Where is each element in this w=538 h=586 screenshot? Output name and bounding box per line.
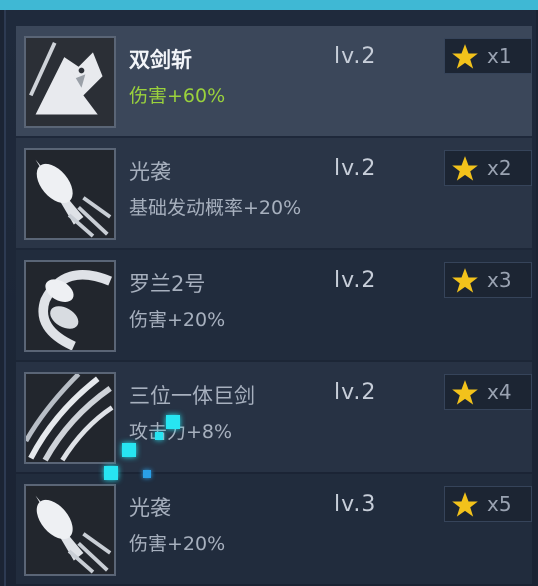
missile-icon <box>24 484 116 576</box>
star-multiplier: x1 <box>487 44 512 68</box>
skill-effect: 伤害+60% <box>129 85 226 107</box>
top-accent-bar <box>0 0 538 10</box>
sparkle-particle <box>122 443 136 457</box>
skill-name: 三位一体巨剑 <box>129 384 255 408</box>
skill-row[interactable]: 光袭 基础发动概率+20% lv.2 x2 <box>16 138 532 248</box>
skill-effect: 攻击力+8% <box>129 421 233 443</box>
wolf-icon <box>24 36 116 128</box>
skill-level: lv.2 <box>334 156 377 181</box>
star-icon <box>452 268 478 293</box>
skill-effect: 基础发动概率+20% <box>129 197 302 219</box>
skill-effect: 伤害+20% <box>129 309 226 331</box>
skill-list-panel: 双剑斩 伤害+60% lv.2 x1 光袭 基础发动概率+20% lv.2 x2 <box>4 10 536 586</box>
star-count-badge: x1 <box>444 38 532 74</box>
sparkle-particle <box>155 432 163 440</box>
star-multiplier: x4 <box>487 380 512 404</box>
star-count-badge: x2 <box>444 150 532 186</box>
skill-row[interactable]: 罗兰2号 伤害+20% lv.2 x3 <box>16 250 532 360</box>
skill-level: lv.2 <box>334 268 377 293</box>
star-icon <box>452 380 478 405</box>
star-count-badge: x4 <box>444 374 532 410</box>
skill-name: 双剑斩 <box>129 48 192 72</box>
skill-row[interactable]: 光袭 伤害+20% lv.3 x5 <box>16 474 532 584</box>
skill-name: 光袭 <box>129 496 171 520</box>
star-count-badge: x3 <box>444 262 532 298</box>
star-icon <box>452 156 478 181</box>
skill-level: lv.3 <box>334 492 377 517</box>
star-icon <box>452 44 478 69</box>
skill-name: 光袭 <box>129 160 171 184</box>
swirl-icon <box>24 260 116 352</box>
skill-level: lv.2 <box>334 380 377 405</box>
star-multiplier: x2 <box>487 156 512 180</box>
missile-icon <box>24 148 116 240</box>
sparkle-particle <box>104 466 118 480</box>
star-count-badge: x5 <box>444 486 532 522</box>
skill-name: 罗兰2号 <box>129 272 206 296</box>
star-icon <box>452 492 478 517</box>
skill-row[interactable]: 三位一体巨剑 攻击力+8% lv.2 x4 <box>16 362 532 472</box>
skill-level: lv.2 <box>334 44 377 69</box>
sparkle-particle <box>166 415 180 429</box>
slash-icon <box>24 372 116 464</box>
sparkle-particle <box>143 470 151 478</box>
skill-effect: 伤害+20% <box>129 533 226 555</box>
star-multiplier: x3 <box>487 268 512 292</box>
skill-row[interactable]: 双剑斩 伤害+60% lv.2 x1 <box>16 26 532 136</box>
star-multiplier: x5 <box>487 492 512 516</box>
